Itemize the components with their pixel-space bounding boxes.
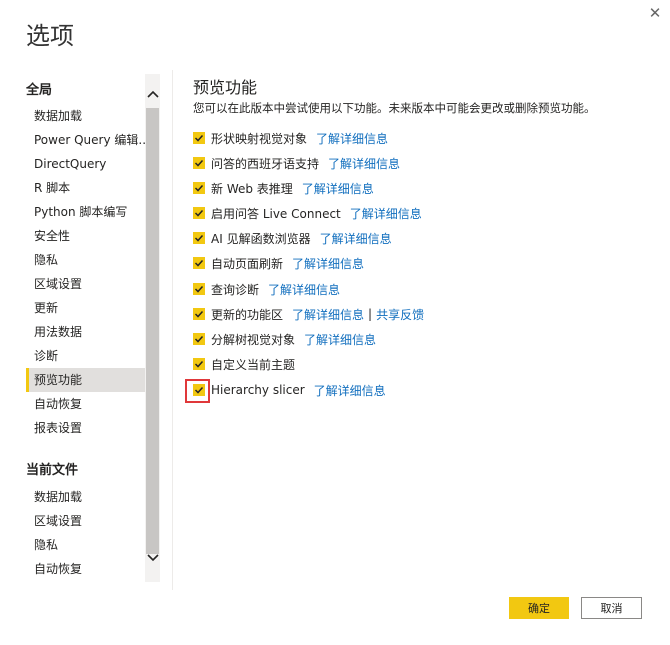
feature-checkbox[interactable]: [193, 132, 205, 144]
sidebar-item-diagnostics[interactable]: 诊断: [26, 344, 146, 368]
chevron-up-icon[interactable]: [145, 86, 160, 102]
feature-checkbox[interactable]: [193, 257, 205, 269]
learn-more-link[interactable]: 了解详细信息: [292, 255, 364, 272]
sidebar-scrollbar[interactable]: [145, 74, 160, 582]
feature-row-auto-page-refresh: 自动页面刷新 了解详细信息: [193, 253, 364, 273]
feature-label: AI 见解函数浏览器: [211, 231, 311, 246]
feature-label: 新 Web 表推理: [211, 181, 293, 196]
share-feedback-link[interactable]: 共享反馈: [376, 306, 424, 323]
panel-divider: [172, 70, 173, 590]
sidebar-item-power-query-editor[interactable]: Power Query 编辑...: [26, 128, 146, 152]
learn-more-link[interactable]: 了解详细信息: [302, 180, 374, 197]
learn-more-link[interactable]: 了解详细信息: [316, 130, 388, 147]
sidebar-item-usage-data[interactable]: 用法数据: [26, 320, 146, 344]
feature-label: 查询诊断: [211, 282, 260, 297]
feature-checkbox[interactable]: [193, 157, 205, 169]
feature-row-updated-ribbon: 更新的功能区 了解详细信息 | 共享反馈: [193, 304, 424, 324]
feature-label: 启用问答 Live Connect: [211, 206, 341, 221]
sidebar-item-data-load[interactable]: 数据加载: [26, 104, 146, 128]
sidebar-item-directquery[interactable]: DirectQuery: [26, 152, 146, 176]
sidebar-item-file-privacy[interactable]: 隐私: [26, 533, 146, 557]
sidebar-item-python-script[interactable]: Python 脚本编写: [26, 200, 146, 224]
sidebar-item-preview-features[interactable]: 预览功能: [26, 368, 146, 392]
ok-button[interactable]: 确定: [509, 597, 569, 619]
sidebar-header-current-file: 当前文件: [26, 463, 79, 478]
sidebar-item-file-auto-recovery[interactable]: 自动恢复: [26, 557, 146, 581]
options-sidebar: 全局 数据加载 Power Query 编辑... DirectQuery R …: [26, 74, 160, 582]
sidebar-item-file-data-load[interactable]: 数据加载: [26, 485, 146, 509]
learn-more-link[interactable]: 了解详细信息: [350, 205, 422, 222]
link-separator: |: [368, 307, 373, 321]
feature-checkbox[interactable]: [193, 232, 205, 244]
learn-more-link[interactable]: 了解详细信息: [320, 230, 392, 247]
feature-label: 自定义当前主题: [211, 357, 296, 372]
feature-label: 分解树视觉对象: [211, 332, 296, 347]
sidebar-header-global: 全局: [26, 83, 53, 98]
feature-row-query-diagnostics: 查询诊断 了解详细信息: [193, 279, 340, 299]
feature-label: 自动页面刷新: [211, 256, 284, 271]
sidebar-item-report-settings[interactable]: 报表设置: [26, 416, 146, 440]
sidebar-item-privacy[interactable]: 隐私: [26, 248, 146, 272]
feature-label: 形状映射视觉对象: [211, 131, 308, 146]
feature-label: 更新的功能区: [211, 307, 284, 322]
cancel-button[interactable]: 取消: [581, 597, 642, 619]
feature-row-custom-theme: 自定义当前主题: [193, 354, 295, 374]
sidebar-item-file-regional-settings[interactable]: 区域设置: [26, 509, 146, 533]
page-title: 预览功能: [193, 78, 258, 97]
learn-more-link[interactable]: 了解详细信息: [328, 155, 400, 172]
chevron-down-icon[interactable]: [145, 550, 160, 566]
learn-more-link[interactable]: 了解详细信息: [292, 306, 364, 323]
scrollbar-thumb[interactable]: [146, 108, 159, 554]
feature-row-qna-live-connect: 启用问答 Live Connect 了解详细信息: [193, 203, 422, 223]
feature-checkbox[interactable]: [193, 182, 205, 194]
dialog-title: 选项: [26, 22, 74, 50]
learn-more-link[interactable]: 了解详细信息: [304, 331, 376, 348]
feature-checkbox[interactable]: [193, 333, 205, 345]
feature-row-ai-insights: AI 见解函数浏览器 了解详细信息: [193, 228, 392, 248]
feature-row-web-table-inference: 新 Web 表推理 了解详细信息: [193, 178, 374, 198]
learn-more-link[interactable]: 了解详细信息: [314, 382, 386, 399]
highlight-annotation: [185, 379, 210, 403]
feature-label: Hierarchy slicer: [211, 383, 305, 397]
feature-checkbox[interactable]: [193, 308, 205, 320]
sidebar-item-security[interactable]: 安全性: [26, 224, 146, 248]
feature-row-hierarchy-slicer: Hierarchy slicer 了解详细信息: [193, 380, 386, 400]
close-icon[interactable]: ✕: [644, 2, 666, 24]
feature-checkbox[interactable]: [193, 207, 205, 219]
feature-row-decomposition-tree: 分解树视觉对象 了解详细信息: [193, 329, 376, 349]
sidebar-item-updates[interactable]: 更新: [26, 296, 146, 320]
feature-checkbox[interactable]: [193, 358, 205, 370]
page-description: 您可以在此版本中尝试使用以下功能。未来版本中可能会更改或删除预览功能。: [193, 101, 596, 115]
learn-more-link[interactable]: 了解详细信息: [268, 281, 340, 298]
feature-row-shape-map: 形状映射视觉对象 了解详细信息: [193, 128, 388, 148]
sidebar-item-r-script[interactable]: R 脚本: [26, 176, 146, 200]
feature-label: 问答的西班牙语支持: [211, 156, 320, 171]
feature-checkbox[interactable]: [193, 283, 205, 295]
sidebar-item-regional-settings[interactable]: 区域设置: [26, 272, 146, 296]
feature-row-spanish-qna: 问答的西班牙语支持 了解详细信息: [193, 153, 400, 173]
sidebar-item-auto-recovery[interactable]: 自动恢复: [26, 392, 146, 416]
